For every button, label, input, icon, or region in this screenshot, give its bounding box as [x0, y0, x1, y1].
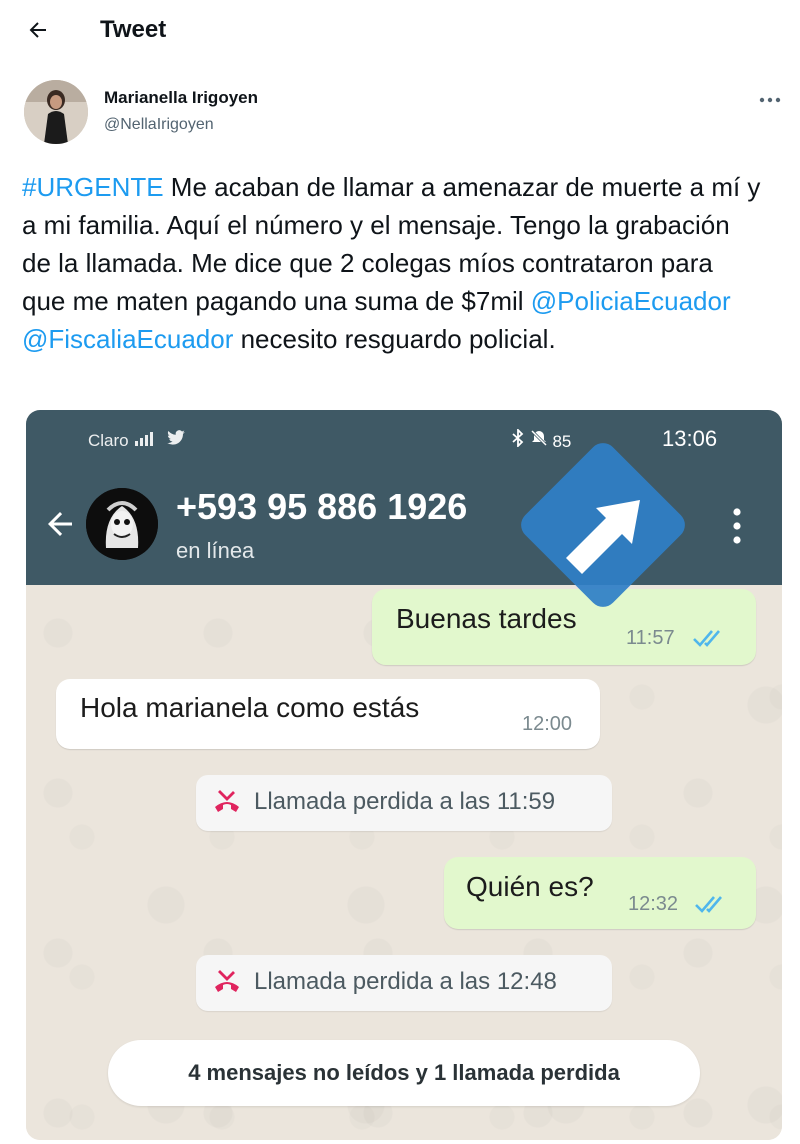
mention-link-policia[interactable]: @PoliciaEcuador	[531, 286, 731, 316]
status-carrier: Claro	[88, 430, 186, 451]
missed-call-icon	[212, 787, 242, 817]
author-name[interactable]: Marianella Irigoyen	[104, 88, 258, 108]
back-arrow-icon[interactable]	[24, 16, 52, 44]
missed-call-text: Llamada perdida a las 12:48	[254, 968, 557, 995]
back-arrow-icon[interactable]	[42, 506, 78, 542]
message-text: Hola marianela como estás	[80, 692, 420, 723]
twitter-bird-icon	[166, 430, 186, 450]
missed-call-notice: Llamada perdida a las 12:48	[196, 955, 612, 1011]
author-avatar[interactable]	[24, 80, 88, 144]
tweet-image[interactable]: Claro 85 13:06 +593 95 886 1926 en línea…	[26, 410, 782, 1140]
page-title: Tweet	[100, 16, 167, 43]
tweet-text: #URGENTE Me acaban de llamar a amenazar …	[22, 168, 762, 358]
top-bar: Tweet	[0, 0, 800, 64]
message-time: 11:57	[626, 627, 675, 649]
contact-status: en línea	[176, 538, 255, 563]
message-bubble-outgoing: Quién es? 12:32	[444, 857, 756, 929]
double-check-icon	[694, 893, 728, 915]
contact-avatar[interactable]	[86, 488, 158, 560]
unread-banner[interactable]: 4 mensajes no leídos y 1 llamada perdida	[108, 1040, 700, 1106]
share-arrow-icon	[508, 430, 698, 620]
missed-call-icon	[212, 967, 242, 997]
contact-number[interactable]: +593 95 886 1926	[176, 486, 467, 528]
missed-call-text: Llamada perdida a las 11:59	[254, 788, 556, 815]
message-time: 12:00	[522, 713, 573, 735]
mention-link-fiscalia[interactable]: @FiscaliaEcuador	[22, 324, 233, 354]
hashtag-link[interactable]: #URGENTE	[22, 172, 164, 202]
double-check-icon	[692, 627, 726, 649]
carrier-label: Claro	[88, 431, 129, 450]
author-handle[interactable]: @NellaIrigoyen	[104, 116, 214, 134]
menu-dots-icon[interactable]	[726, 506, 748, 546]
unread-banner-text: 4 mensajes no leídos y 1 llamada perdida	[188, 1060, 620, 1085]
message-bubble-incoming: Hola marianela como estás 12:00	[56, 679, 600, 749]
message-time: 12:32	[628, 893, 679, 915]
signal-icon	[133, 431, 166, 450]
message-text: Quién es?	[466, 871, 594, 902]
tweet-text-part-2: necesito resguardo policial.	[233, 324, 556, 354]
more-options-icon[interactable]	[752, 88, 788, 112]
missed-call-notice: Llamada perdida a las 11:59	[196, 775, 612, 831]
